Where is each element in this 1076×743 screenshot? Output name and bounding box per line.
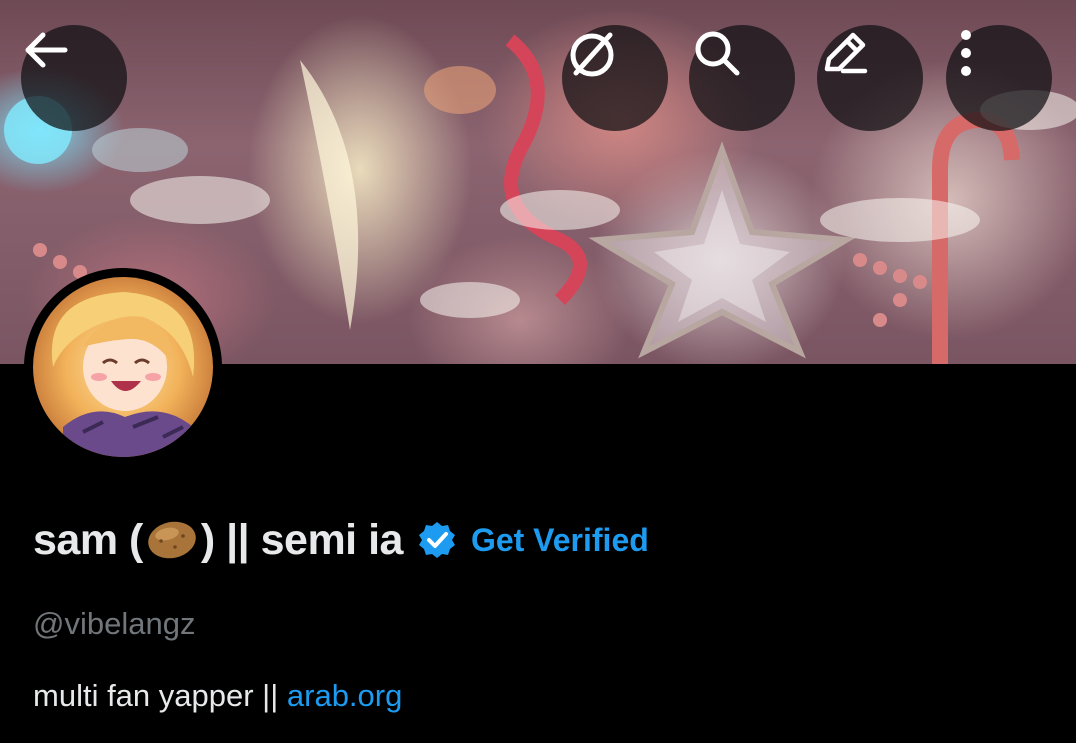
display-name-suffix: ) || semi ia	[200, 515, 404, 564]
profile-bio: multi fan yapper || arab.org	[33, 678, 402, 714]
bio-text: multi fan yapper ||	[33, 678, 287, 713]
grok-icon	[570, 32, 614, 77]
display-name-row: sam ( ) || semi ia Get Verified	[33, 512, 649, 568]
arrow-left-icon	[25, 32, 68, 68]
grok-button[interactable]	[562, 25, 668, 131]
display-name-prefix: sam (	[33, 515, 143, 564]
get-verified-link[interactable]: Get Verified	[471, 522, 649, 559]
potato-emoji-icon	[148, 521, 196, 559]
edit-icon	[824, 32, 868, 74]
edit-button[interactable]	[817, 25, 923, 131]
back-button[interactable]	[21, 25, 127, 131]
avatar-image	[51, 292, 195, 457]
more-options-button[interactable]	[946, 25, 1052, 131]
more-vertical-icon	[961, 30, 971, 76]
profile-handle: @vibelangz	[33, 606, 196, 641]
bio-link[interactable]: arab.org	[287, 678, 402, 713]
search-icon	[695, 31, 740, 76]
profile-avatar[interactable]	[24, 268, 222, 466]
verified-badge-icon[interactable]	[417, 520, 457, 560]
search-button[interactable]	[689, 25, 795, 131]
